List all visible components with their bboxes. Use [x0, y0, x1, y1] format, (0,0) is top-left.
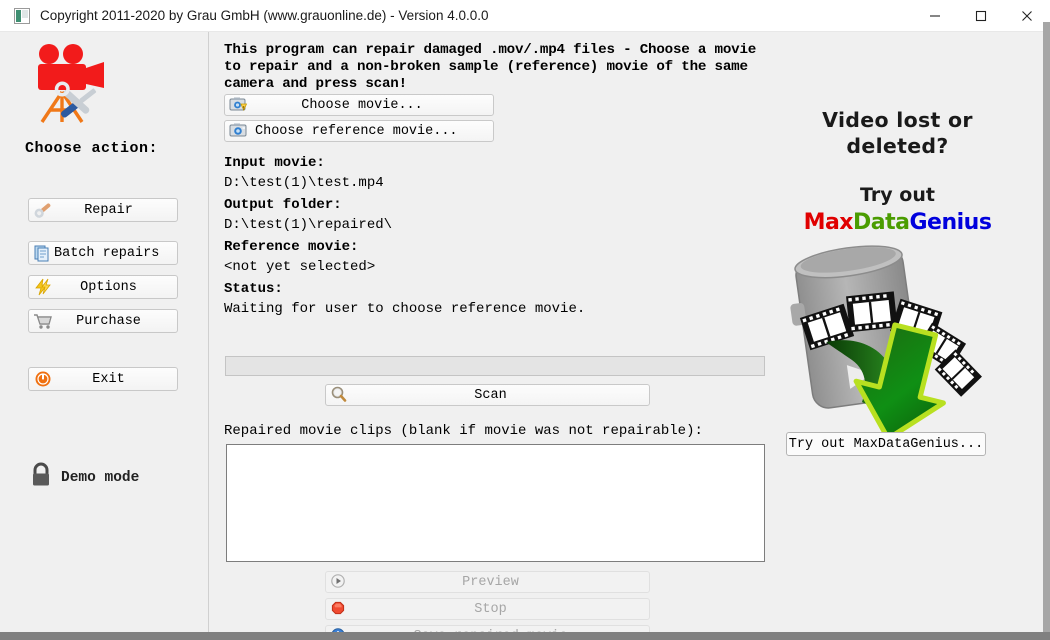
- stop-button[interactable]: Stop: [325, 598, 650, 620]
- maximize-button[interactable]: [958, 0, 1004, 32]
- shopping-cart-icon: [32, 312, 54, 330]
- input-movie-value: D:\test(1)\test.mp4: [224, 174, 384, 191]
- magnifier-icon: [330, 386, 354, 404]
- wrench-icon: [32, 201, 54, 219]
- choose-action-heading: Choose action:: [25, 140, 159, 157]
- stop-red-icon: [330, 600, 354, 618]
- sidebar-item-purchase-label: Purchase: [76, 313, 141, 329]
- window-title: Copyright 2011-2020 by Grau GmbH (www.gr…: [40, 8, 489, 23]
- preview-button[interactable]: Preview: [325, 571, 650, 593]
- sidebar-item-purchase[interactable]: Purchase: [28, 309, 178, 333]
- scan-button[interactable]: Scan: [325, 384, 650, 406]
- camera-icon: [229, 122, 253, 140]
- window-bottom-border: [0, 632, 1050, 640]
- lightning-icon: [32, 278, 54, 296]
- lock-icon: [30, 462, 52, 493]
- sidebar: Choose action: Repair Batch repairs Opti…: [0, 32, 209, 640]
- output-folder-value: D:\test(1)\repaired\: [224, 216, 393, 233]
- promo-panel: Video lost or deleted? Try out MaxDataGe…: [770, 32, 1035, 640]
- status-value: Waiting for user to choose reference mov…: [224, 300, 586, 317]
- app-icon: [14, 7, 30, 24]
- title-bar: Copyright 2011-2020 by Grau GmbH (www.gr…: [0, 0, 1050, 32]
- reference-movie-value: <not yet selected>: [224, 258, 376, 275]
- movie-camera-repair-logo: [18, 40, 114, 126]
- sidebar-item-repair[interactable]: Repair: [28, 198, 178, 222]
- input-movie-key: Input movie:: [224, 155, 325, 171]
- play-circle-icon: [330, 573, 354, 591]
- sidebar-item-batch-repairs-label: Batch repairs: [54, 245, 160, 261]
- reference-movie-key: Reference movie:: [224, 239, 359, 255]
- minimize-button[interactable]: [912, 0, 958, 32]
- promo-headline: Video lost or deleted?: [822, 108, 973, 158]
- main-panel: This program can repair damaged .mov/.mp…: [210, 32, 770, 640]
- sidebar-item-exit[interactable]: Exit: [28, 367, 178, 391]
- preview-label: Preview: [462, 574, 519, 590]
- sidebar-item-exit-label: Exit: [92, 371, 125, 387]
- choose-reference-movie-button[interactable]: Choose reference movie...: [224, 120, 494, 142]
- sidebar-item-options[interactable]: Options: [28, 275, 178, 299]
- stop-label: Stop: [474, 601, 507, 617]
- scan-progress-bar: [225, 356, 765, 376]
- repaired-clips-label: Repaired movie clips (blank if movie was…: [224, 423, 703, 439]
- camera-warning-icon: [229, 96, 253, 114]
- window-controls: [912, 0, 1050, 32]
- choose-movie-label: Choose movie...: [301, 97, 423, 113]
- recycle-bin-film-recovery-art: [782, 232, 992, 447]
- promo-subhead: Try out: [860, 184, 935, 206]
- sidebar-item-options-label: Options: [80, 279, 137, 295]
- documents-icon: [32, 244, 54, 262]
- demo-mode-indicator: Demo mode: [30, 462, 139, 493]
- output-folder-key: Output folder:: [224, 197, 342, 213]
- status-key: Status:: [224, 281, 283, 297]
- power-icon: [32, 370, 54, 388]
- choose-movie-button[interactable]: Choose movie...: [224, 94, 494, 116]
- try-maxdatagenius-button[interactable]: Try out MaxDataGenius...: [786, 432, 986, 456]
- choose-reference-movie-label: Choose reference movie...: [255, 123, 458, 139]
- sidebar-item-batch-repairs[interactable]: Batch repairs: [28, 241, 178, 265]
- program-description: This program can repair damaged .mov/.mp…: [224, 42, 757, 92]
- scan-label: Scan: [474, 387, 507, 403]
- sidebar-item-repair-label: Repair: [84, 202, 133, 218]
- file-info-block: Input movie: D:\test(1)\test.mp4 Output …: [224, 154, 585, 322]
- application-window: Copyright 2011-2020 by Grau GmbH (www.gr…: [0, 0, 1050, 640]
- repaired-clips-list[interactable]: [226, 444, 765, 562]
- demo-mode-label: Demo mode: [61, 469, 140, 486]
- window-right-border: [1043, 22, 1050, 640]
